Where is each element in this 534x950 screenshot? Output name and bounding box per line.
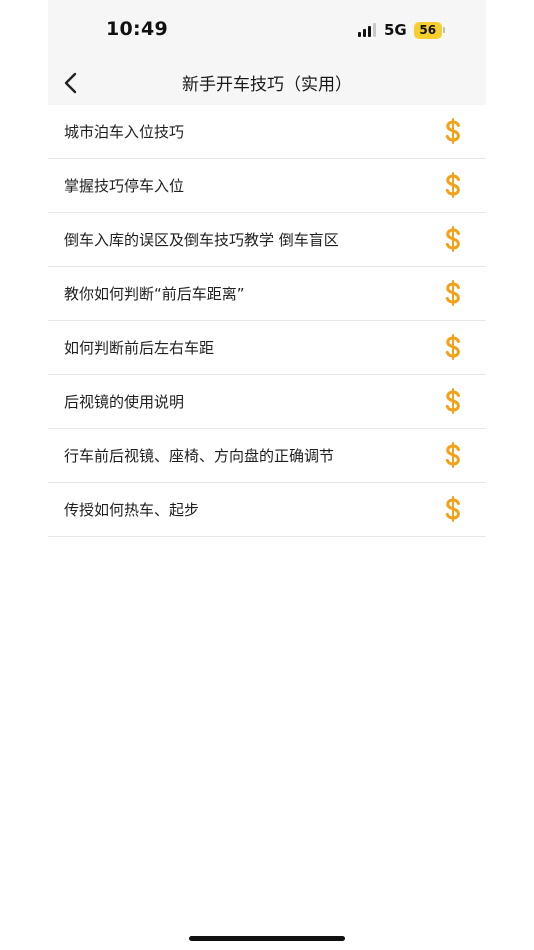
list-item[interactable]: 传授如何热车、起步 <box>48 483 486 537</box>
dollar-icon <box>445 334 460 360</box>
battery-cap <box>442 27 445 33</box>
battery-level: 56 <box>413 21 442 39</box>
status-bar-right: 5G 56 <box>358 20 445 40</box>
list-item[interactable]: 后视镜的使用说明 <box>48 375 486 429</box>
dollar-icon <box>445 118 460 144</box>
list-item-label: 后视镜的使用说明 <box>64 393 185 411</box>
list-item[interactable]: 行车前后视镜、座椅、方向盘的正确调节 <box>48 429 486 483</box>
dollar-icon <box>445 496 460 522</box>
screen: 10:49 5G 56 新手开车技巧（实用） 城市泊车入位技巧 掌握技巧停车入位倒… <box>0 0 534 950</box>
battery-icon: 56 <box>413 21 445 39</box>
dollar-icon <box>445 388 460 414</box>
list-item[interactable]: 如何判断前后左右车距 <box>48 321 486 375</box>
dollar-icon <box>445 442 460 468</box>
list-item-label: 城市泊车入位技巧 <box>64 123 185 141</box>
home-indicator[interactable] <box>189 936 345 941</box>
list-item-label: 传授如何热车、起步 <box>64 501 200 519</box>
dollar-icon <box>445 226 460 252</box>
page-title: 新手开车技巧（实用） <box>182 75 352 95</box>
list-item-label: 如何判断前后左右车距 <box>64 339 215 357</box>
status-time: 10:49 <box>106 18 168 40</box>
list-item[interactable]: 城市泊车入位技巧 <box>48 105 486 159</box>
list-item[interactable]: 掌握技巧停车入位 <box>48 159 486 213</box>
dollar-icon <box>445 280 460 306</box>
list-item-label: 掌握技巧停车入位 <box>64 177 185 195</box>
list-item[interactable]: 教你如何判断“前后车距离” <box>48 267 486 321</box>
list-item-label: 教你如何判断“前后车距离” <box>64 285 245 303</box>
dollar-icon <box>445 172 460 198</box>
lesson-list: 城市泊车入位技巧 掌握技巧停车入位倒车入库的误区及倒车技巧教学 倒车盲区 教你如何判… <box>48 105 486 537</box>
list-item-label: 倒车入库的误区及倒车技巧教学 倒车盲区 <box>64 231 339 249</box>
list-item-label: 行车前后视镜、座椅、方向盘的正确调节 <box>64 447 335 465</box>
list-item[interactable]: 倒车入库的误区及倒车技巧教学 倒车盲区 <box>48 213 486 267</box>
cellular-signal-icon <box>358 23 376 37</box>
network-type: 5G <box>384 21 407 39</box>
